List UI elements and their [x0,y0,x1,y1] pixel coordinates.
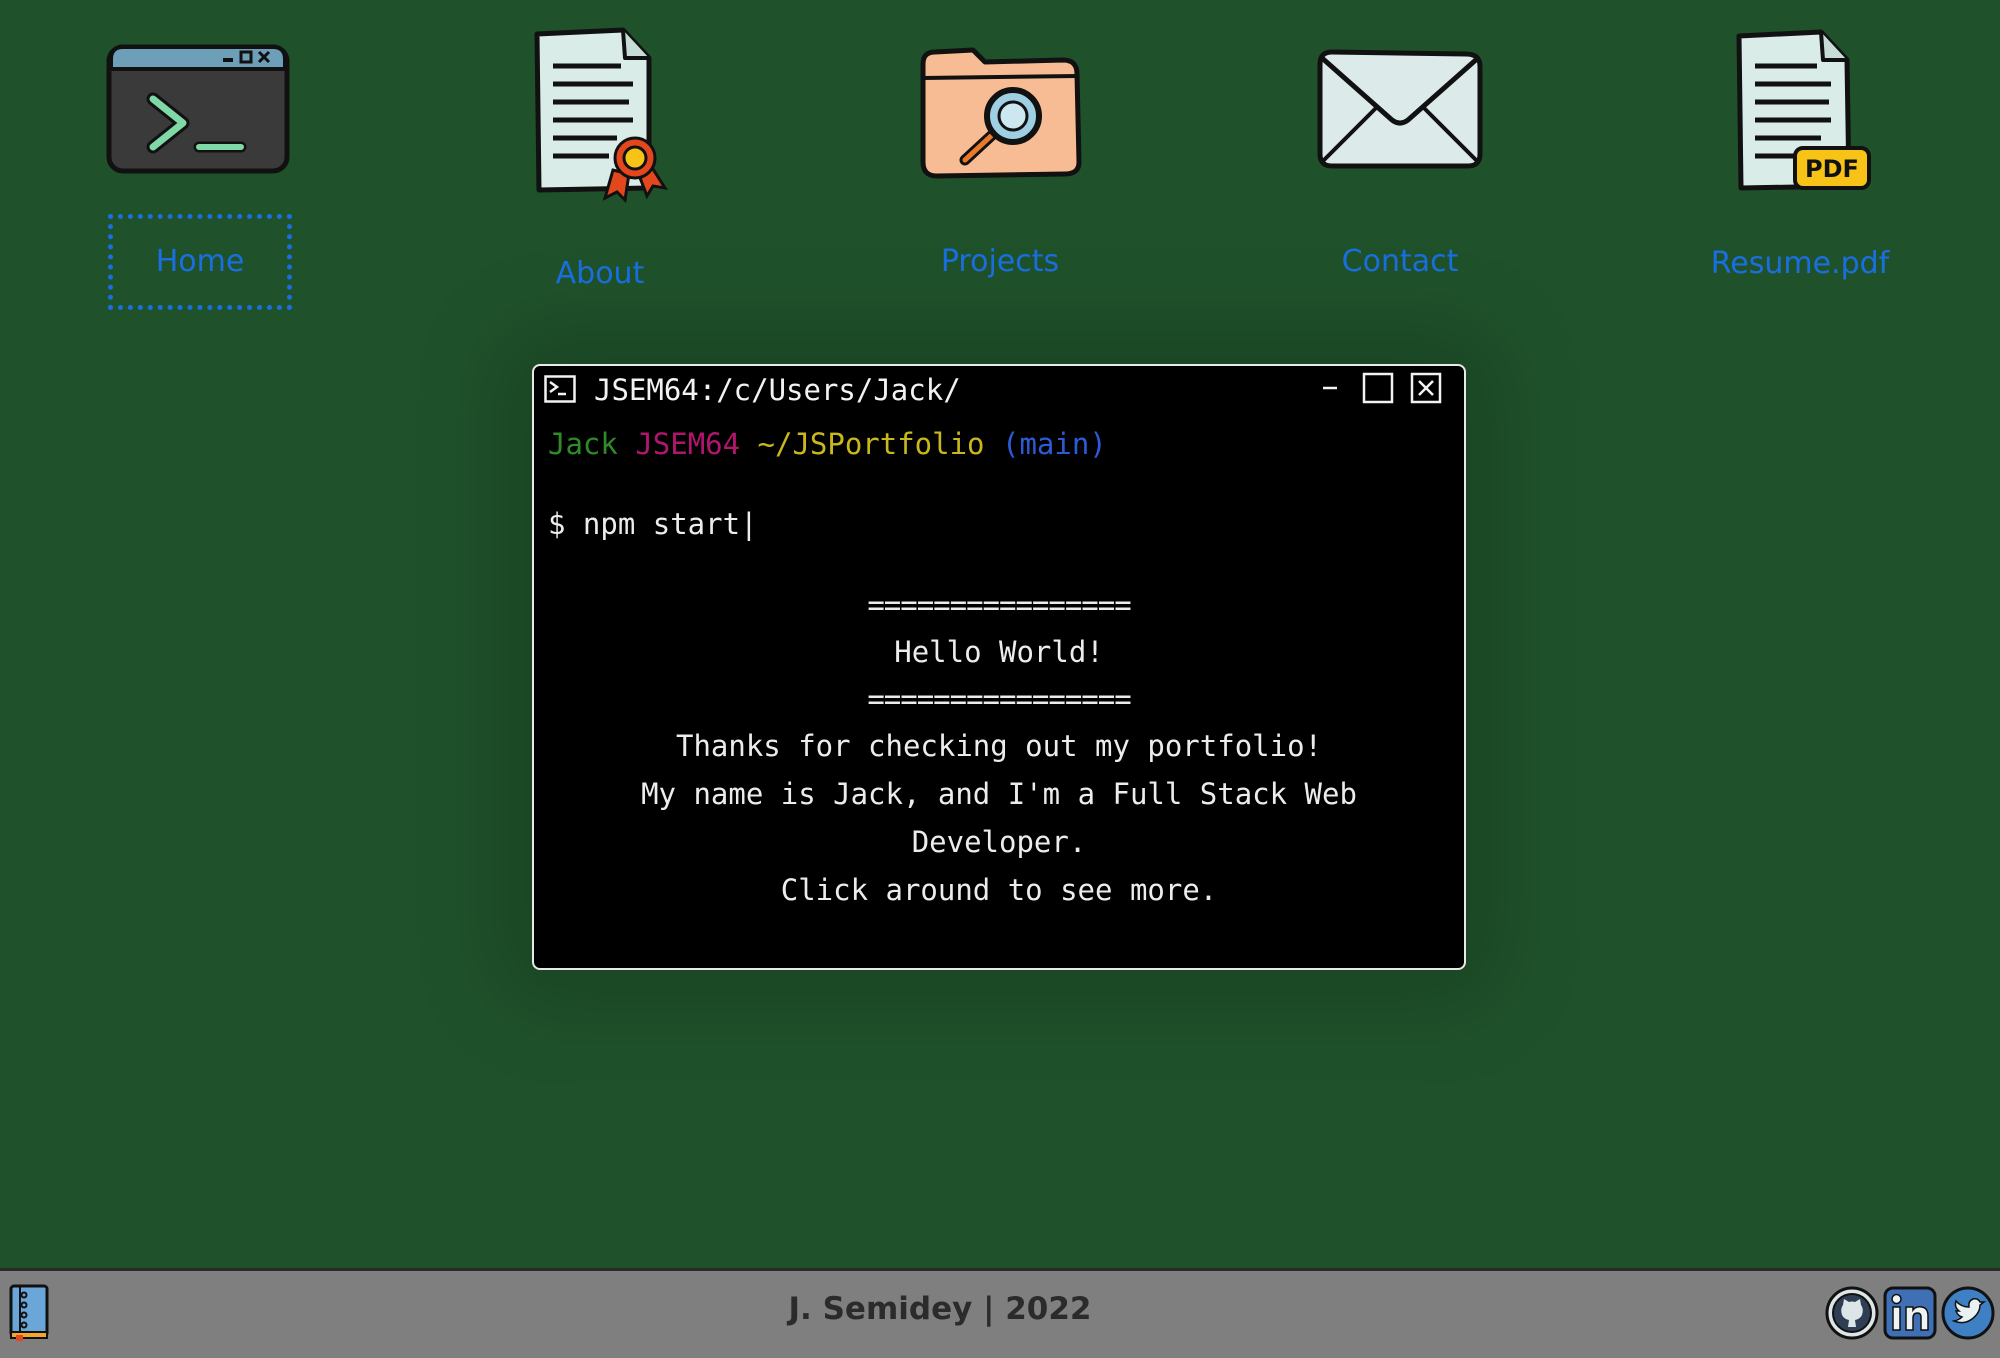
certificate-document-icon [490,20,710,210]
minimize-icon [1323,386,1337,390]
close-button[interactable] [1410,372,1442,404]
output-greeting: Hello World! [894,635,1104,669]
terminal-icon [90,20,310,198]
terminal-title: JSEM64:/c/Users/Jack/ [594,373,961,407]
desktop-icon-label: Resume.pdf [1710,246,1890,281]
terminal-prompt-icon [544,375,576,407]
prompt-host: JSEM64 [635,427,741,461]
desktop-icon-label: Home [108,214,292,310]
prompt-branch: (main) [1002,427,1107,461]
minimize-button[interactable] [1314,372,1346,404]
desktop-icon-label: Projects [940,244,1060,279]
twitter-icon[interactable] [1940,1285,1996,1341]
folder-search-icon [890,20,1110,198]
svg-text:PDF: PDF [1805,155,1859,183]
maximize-button[interactable] [1362,372,1394,404]
text-cursor: | [740,507,758,541]
terminal-titlebar[interactable]: JSEM64:/c/Users/Jack/ [534,366,1464,412]
desktop-icon-label: Contact [1341,244,1459,279]
output-line: Click around to see more. [780,873,1218,907]
prompt-user: Jack [548,427,618,461]
desktop-icon-home[interactable]: Home [90,20,310,310]
output-line: My name is Jack, and I'm a Full Stack We… [641,777,1357,859]
pdf-document-icon: PDF [1690,20,1910,200]
prompt-path: ~/JSPortfolio [757,427,985,461]
output-rule-top: ================ [867,588,1131,622]
output-line: Thanks for checking out my portfolio! [675,729,1322,763]
github-icon[interactable] [1824,1285,1880,1341]
command-line: $ npm start| [548,502,1450,546]
terminal-body[interactable]: Jack JSEM64 ~/JSPortfolio (main) $ npm s… [534,412,1464,914]
desktop-icon-projects[interactable]: Projects [890,20,1110,310]
maximize-icon [1362,372,1394,404]
footer-taskbar: J. Semidey | 2022 [0,1268,2000,1358]
guestbook-icon[interactable] [8,1283,50,1345]
envelope-icon [1290,20,1510,198]
desktop-icon-contact[interactable]: Contact [1290,20,1510,310]
output-rule-bottom: ================ [867,682,1131,716]
desktop-icon-resume[interactable]: PDF Resume.pdf [1690,20,1910,310]
prompt-line: Jack JSEM64 ~/JSPortfolio (main) [548,422,1450,466]
command-text: $ npm start [548,507,741,541]
footer-credit: J. Semidey | 2022 [788,1291,1092,1327]
close-icon [1410,372,1442,404]
terminal-output: ================ Hello World! ==========… [548,582,1450,914]
linkedin-icon[interactable] [1882,1285,1938,1341]
desktop-icon-label: About [555,256,645,291]
desktop-icon-about[interactable]: About [490,20,710,310]
terminal-window[interactable]: JSEM64:/c/Users/Jack/ Jack JSEM64 ~/JSPo… [532,364,1466,970]
